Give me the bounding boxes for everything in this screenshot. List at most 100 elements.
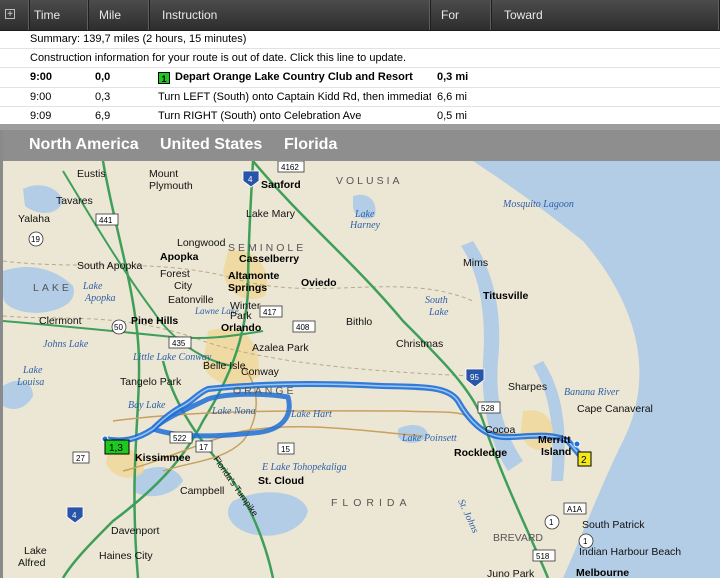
construction-text[interactable]: Construction information for your route … [30,49,406,68]
city-label: Clermont [39,315,82,327]
city-label: Melbourne [576,567,629,578]
city-label: Alfred [18,557,46,569]
shield-label: 19 [31,235,40,244]
city-label: South Apopka [77,260,143,272]
start-flag-icon: 1 [158,72,170,84]
city-label: Davenport [111,525,160,537]
water-label: Banana River [564,387,619,398]
city-label: Haines City [99,550,153,562]
table-row[interactable]: 9:00 0,0 1 Depart Orange Lake Country Clu… [0,68,720,88]
step-instruction: Turn LEFT (South) onto Captain Kidd Rd, … [158,91,431,103]
plus-icon[interactable]: + [5,9,15,20]
city-label: South Patrick [582,519,645,531]
water-label: Lake [22,365,43,376]
shield-label: 408 [296,323,310,332]
breadcrumb: North America United States Florida [3,130,720,162]
city-label: Longwood [177,237,226,249]
step-distance: 0,3 mi [437,71,469,83]
directions-grid: + Time Mile Instruction For Toward Summa… [0,0,720,125]
city-label: Park [230,310,252,322]
city-label: Mount [149,168,178,180]
expand-all-cell[interactable]: + [0,0,30,30]
column-header-instruction[interactable]: Instruction [150,0,431,30]
city-label: Springs [228,282,267,294]
water-label: Lake [354,209,375,220]
city-label: Sharpes [508,381,547,393]
water-label: Lake Hart [290,409,332,420]
step-mile: 6,9 [95,110,111,122]
shield-label: 50 [114,323,123,332]
step-instruction: Turn RIGHT (South) onto Celebration Ave [158,110,362,122]
county-label: ORANGE [233,385,297,397]
city-label: Tangelo Park [120,376,182,388]
city-label: Apopka [160,251,199,263]
column-header-mile[interactable]: Mile [89,0,150,30]
step-time: 9:00 [30,91,52,103]
route-stop-2-text: 2 [581,455,587,466]
city-label: Tavares [56,195,93,207]
shield-label: 17 [199,443,208,452]
city-label: Campbell [180,485,224,497]
city-label: Christmas [396,338,443,350]
city-label: Lake Mary [246,208,296,220]
construction-row[interactable]: Construction information for your route … [0,49,720,68]
table-row[interactable]: 9:00 0,3 Turn LEFT (South) onto Captain … [0,88,720,107]
breadcrumb-florida[interactable]: Florida [284,136,337,154]
summary-row[interactable]: Summary: 139,7 miles (2 hours, 15 minute… [0,30,720,49]
step-mile: 0,3 [95,91,111,103]
breadcrumb-north-america[interactable]: North America [29,136,139,154]
city-label: Azalea Park [252,342,309,354]
water-label: Johns Lake [43,339,89,350]
shield-label: 1 [549,518,554,527]
city-label: Conway [241,366,280,378]
city-label: Juno Park [487,568,535,578]
column-header-toward[interactable]: Toward [492,0,720,30]
county-label: LAKE [33,282,72,294]
water-label: South [425,295,448,306]
shield-label: 522 [173,434,187,443]
shield-label: 4 [72,511,77,520]
shield-label: 417 [263,308,277,317]
water-label: Bay Lake [128,400,166,411]
city-label: Bithlo [346,316,372,328]
breadcrumb-united-states[interactable]: United States [160,136,262,154]
state-label: FLORIDA [331,497,412,509]
city-label: Sanford [261,179,301,191]
water-label: Little Lake Conway [132,352,212,363]
city-label: Belle Isle [203,360,246,372]
city-label: Indian Harbour Beach [579,546,681,558]
city-label: Plymouth [149,180,193,192]
city-label: Forest [160,268,190,280]
city-label: Pine Hills [131,315,178,327]
shield-label: 15 [281,445,290,454]
city-label: Yalaha [18,213,50,225]
step-mile: 0,0 [95,71,111,83]
city-label: Mims [463,257,488,269]
column-header-for[interactable]: For [431,0,492,30]
water-label: Apopka [84,293,116,304]
water-label: Lake Poinsett [401,433,457,444]
shield-label: 4162 [281,163,299,172]
county-label: BREVARD [493,532,543,544]
city-label: Lake [24,545,47,557]
grid-header: + Time Mile Instruction For Toward [0,0,720,31]
column-header-time[interactable]: Time [30,0,89,30]
water-label: E Lake Tohopekaliga [261,462,347,473]
city-label: Merritt [538,434,571,446]
city-label: Eatonville [168,294,214,306]
route-end-marker[interactable] [573,440,581,448]
city-label: Island [541,446,571,458]
water-label: Harney [349,220,381,231]
shield-label: 27 [76,454,85,463]
city-label: Cocoa [485,424,516,436]
route-stop-1-text: 1,3 [109,443,123,454]
city-label: Oviedo [301,277,337,289]
step-time: 9:00 [30,71,53,83]
step-time: 9:09 [30,110,52,122]
city-label: Casselberry [239,253,299,265]
table-row[interactable]: 9:09 6,9 Turn RIGHT (South) onto Celebra… [0,107,720,124]
county-label: VOLUSIA [336,175,403,187]
route-map[interactable]: 1,3 2 4162 4 441 19 50 435 417 408 95 52… [3,161,720,578]
step-distance: 0,5 mi [437,110,467,122]
shield-label: A1A [567,505,583,514]
